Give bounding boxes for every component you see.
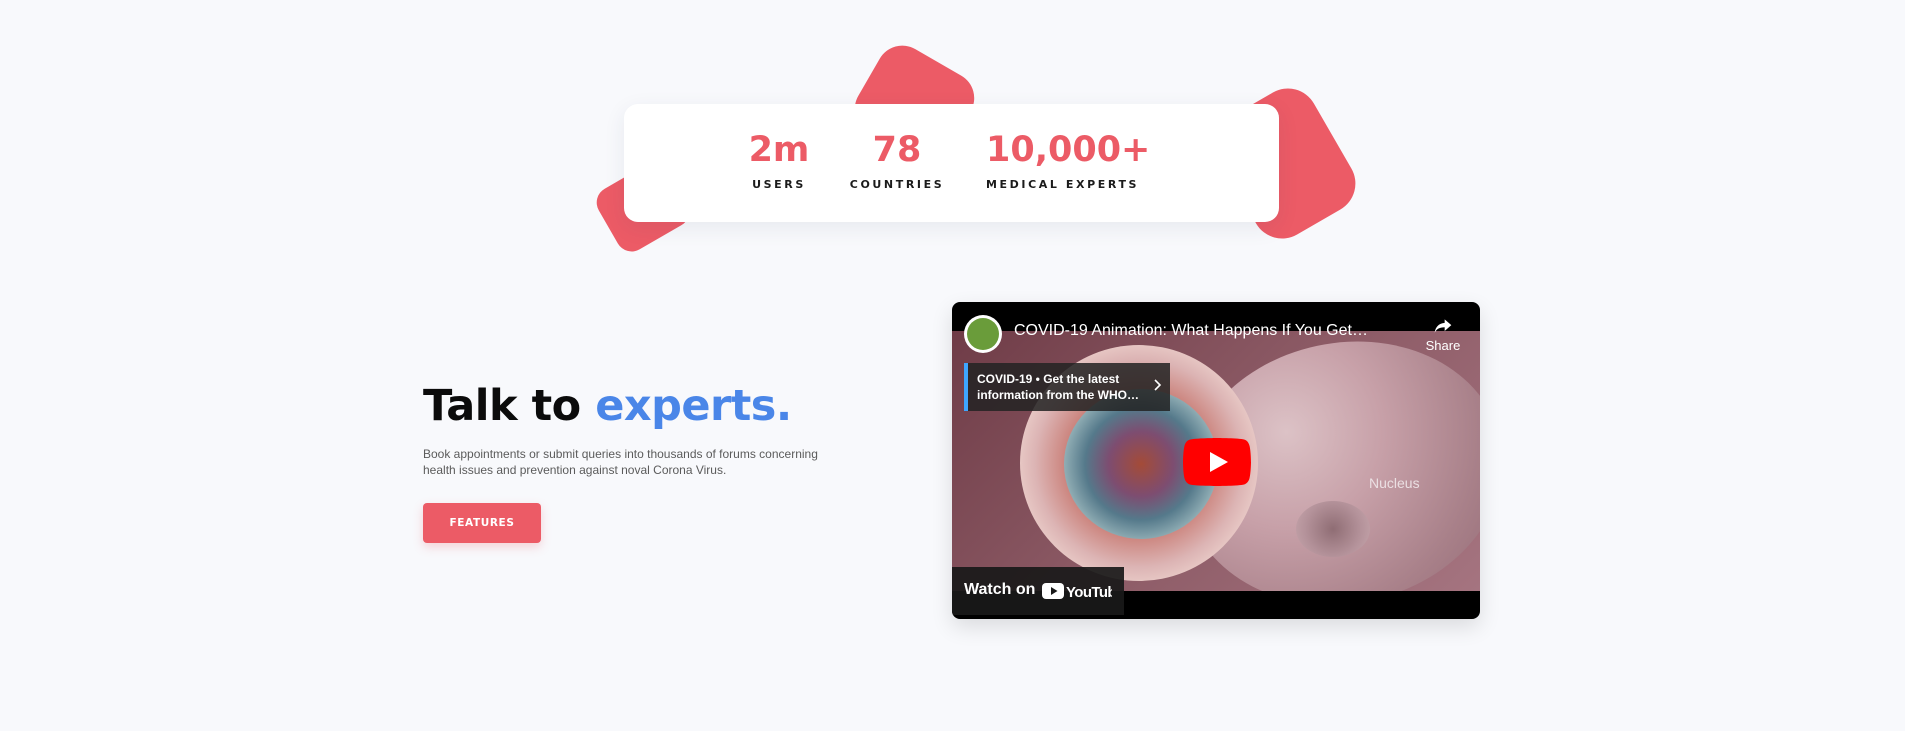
stat-countries: 78 COUNTRIES (842, 130, 952, 191)
watch-on-youtube-link[interactable]: Watch on YouTube (952, 567, 1124, 615)
youtube-logo: YouTube (1042, 583, 1112, 601)
stat-medical-experts: 10,000+ MEDICAL EXPERTS (986, 130, 1151, 191)
share-icon (1434, 319, 1452, 333)
play-icon[interactable] (1183, 438, 1251, 486)
channel-avatar[interactable] (964, 315, 1002, 353)
stat-value: 10,000+ (986, 130, 1151, 170)
stats-card: 2m USERS 78 COUNTRIES 10,000+ MEDICAL EX… (624, 104, 1279, 222)
stat-label: COUNTRIES (849, 178, 945, 191)
watch-on-label: Watch on (964, 581, 1036, 598)
stat-users: 2m USERS (739, 130, 819, 191)
stat-value: 2m (748, 130, 810, 170)
channel-avatar-icon (967, 318, 999, 350)
youtube-wordmark: YouTube (1066, 584, 1112, 601)
info-card[interactable]: COVID-19 • Get the latest information fr… (964, 363, 1170, 411)
thumbnail-label: Nucleus (1369, 475, 1420, 491)
thumbnail-cell-detail (1296, 501, 1370, 557)
stat-label: MEDICAL EXPERTS (986, 178, 1140, 191)
share-button[interactable]: Share (1418, 312, 1468, 362)
share-label: Share (1425, 338, 1461, 353)
hero-description: Book appointments or submit queries into… (423, 447, 818, 477)
page-title: Talk to experts. (423, 380, 792, 432)
title-accent: experts. (595, 381, 792, 431)
info-card-text: COVID-19 • Get the latest information fr… (977, 372, 1139, 402)
stat-value: 78 (872, 130, 922, 170)
video-title[interactable]: COVID-19 Animation: What Happens If You … (1014, 322, 1404, 340)
stat-label: USERS (752, 178, 806, 191)
title-prefix: Talk to (423, 381, 596, 431)
chevron-right-icon (1154, 379, 1162, 391)
youtube-video-embed[interactable]: Nucleus COVID-19 Animation: What Happens… (952, 302, 1480, 619)
features-button[interactable]: FEATURES (423, 503, 541, 543)
